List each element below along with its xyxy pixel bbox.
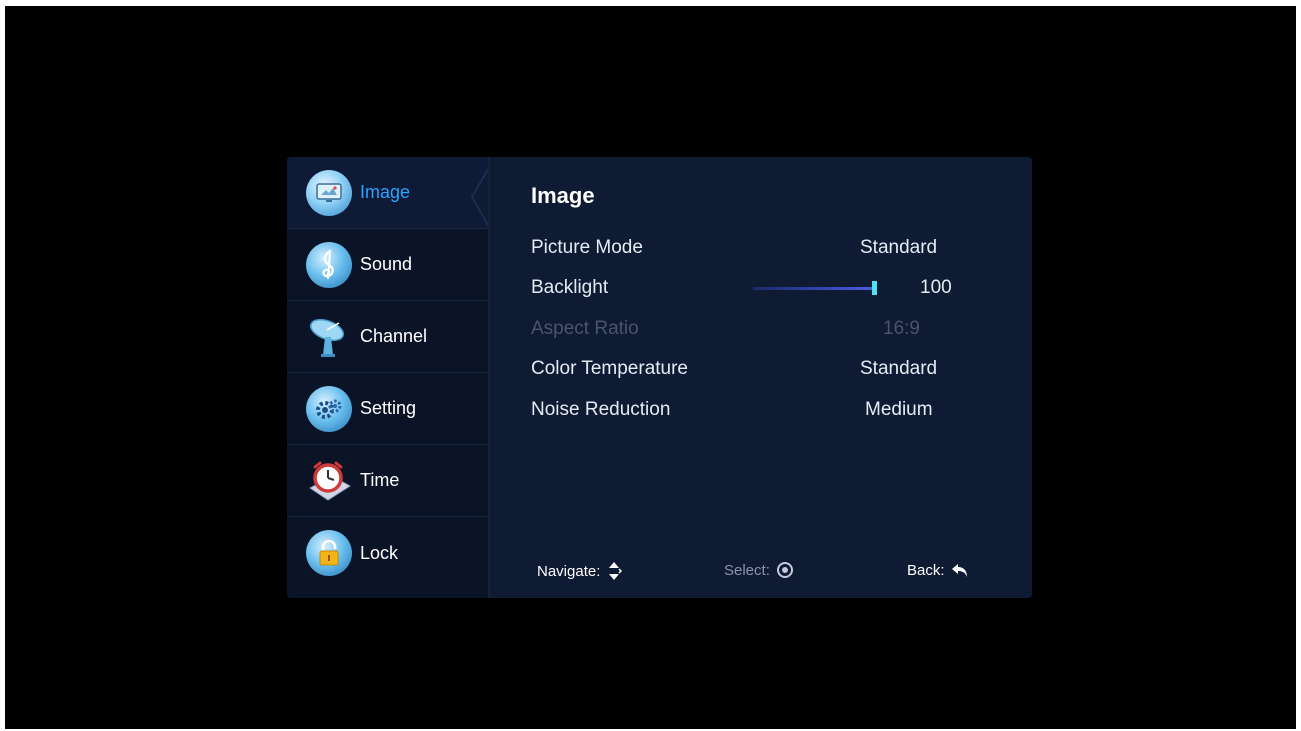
sidebar-item-time[interactable]: Time [287,445,488,517]
sidebar-item-label: Channel [360,326,428,346]
sound-icon [306,241,352,288]
back-hint: Back: [907,561,969,579]
navigate-arrows-icon [609,562,623,580]
main-panel: Image Picture Mode Standard Backlight 10… [488,157,1032,598]
back-arrow-icon [951,564,967,577]
navigate-label: Navigate: [537,562,601,580]
sidebar-item-label: Setting [360,398,417,418]
time-icon [306,458,352,504]
sidebar-item-label: Sound [360,254,413,274]
setting-row-aspect-ratio: Aspect Ratio 16:9 [531,314,991,344]
setting-row-picture-mode[interactable]: Picture Mode Standard [531,233,991,263]
setting-label: Backlight [531,277,609,298]
setting-label: Picture Mode [531,237,643,258]
backlight-slider-thumb[interactable] [872,281,877,295]
back-label: Back: [907,561,945,579]
setting-label: Aspect Ratio [531,318,639,339]
sidebar-item-label: Time [360,470,400,490]
sidebar-item-setting[interactable]: Setting [287,373,488,445]
setting-icon [306,385,352,432]
setting-value: Standard [860,237,938,258]
select-hint: Select: [724,561,794,579]
setting-row-noise-reduction[interactable]: Noise Reduction Medium [531,395,991,425]
sidebar-item-label: Lock [360,542,399,563]
setting-label: Color Temperature [531,358,689,379]
sidebar: Image Sound Channel Setting Time Lock [287,157,490,598]
footer-hints: Navigate: Select: Back: [490,552,1032,598]
sidebar-item-channel[interactable]: Channel [287,301,488,373]
setting-value: Medium [865,399,933,420]
tv-screen: Image Sound Channel Setting Time Lock Im… [5,6,1296,729]
select-label: Select: [724,561,770,579]
channel-icon [306,314,352,360]
setting-value: 16:9 [883,318,920,339]
backlight-slider[interactable] [753,287,875,290]
sidebar-item-lock[interactable]: Lock [287,517,488,589]
page-title: Image [531,183,595,208]
setting-row-color-temperature[interactable]: Color Temperature Standard [531,354,991,384]
settings-menu: Image Sound Channel Setting Time Lock Im… [287,157,1032,598]
active-indicator-arrow [468,165,490,229]
select-ok-icon [776,562,793,578]
setting-row-backlight[interactable]: Backlight 100 [531,273,991,303]
setting-label: Noise Reduction [531,399,671,420]
sidebar-item-sound[interactable]: Sound [287,229,488,301]
image-icon [306,169,352,216]
sidebar-item-image[interactable]: Image [287,157,488,229]
sidebar-item-label: Image [360,182,411,202]
setting-value: Standard [860,358,938,379]
lock-icon [306,530,352,576]
setting-value: 100 [920,277,952,298]
navigate-hint: Navigate: [537,561,623,581]
